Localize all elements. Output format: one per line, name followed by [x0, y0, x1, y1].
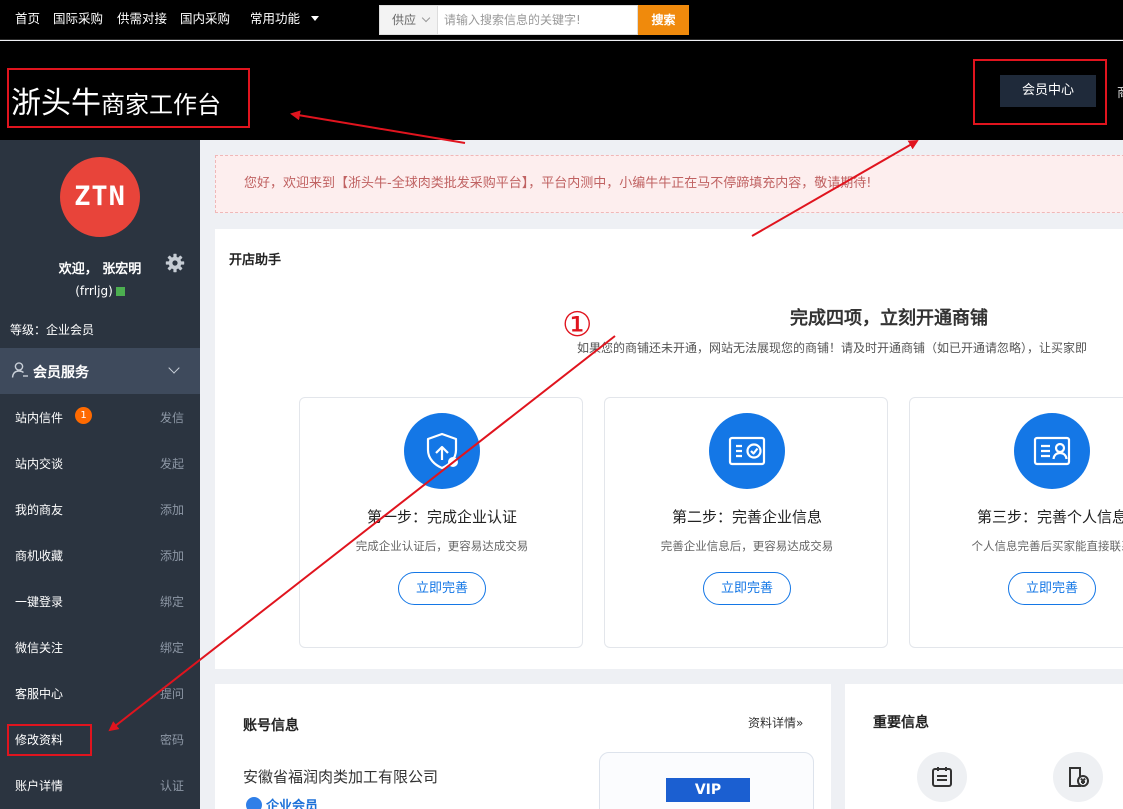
- header-nav-cutoff[interactable]: 商: [1117, 82, 1123, 101]
- username-text: (frrljg): [75, 284, 113, 298]
- sidebar-item-action[interactable]: 密码: [160, 731, 184, 748]
- member-level: 等级：企业会员: [10, 323, 95, 337]
- sidebar-item-action[interactable]: 提问: [160, 685, 184, 702]
- step-desc: 完成企业认证后，更容易达成交易: [355, 539, 529, 553]
- nav-link-common-functions[interactable]: 常用功能: [250, 0, 300, 40]
- shield-upload-icon: [404, 413, 480, 489]
- assistant-subtext: 如果您的商铺还未开通，网站无法展现您的商铺！请及时开通商铺（如已开通请忽略），让…: [577, 341, 1088, 355]
- username: (frrljg): [0, 284, 200, 298]
- step-title: 第三步：完善个人信息: [976, 508, 1123, 526]
- sidebar-item-label: 我的商友: [15, 503, 64, 517]
- user-icon: [11, 361, 29, 383]
- sidebar-item-label: 账户详情: [15, 779, 64, 793]
- step-marker: ①: [562, 305, 593, 345]
- sidebar-item-action[interactable]: 添加: [160, 501, 184, 518]
- chevron-down-icon[interactable]: [311, 16, 319, 21]
- search-input[interactable]: [438, 5, 638, 35]
- complete-now-button[interactable]: 立即完善: [703, 572, 791, 605]
- company-name: 安徽省福润肉类加工有限公司: [243, 768, 439, 786]
- gear-icon[interactable]: [165, 253, 185, 277]
- sidebar-item-action[interactable]: 发信: [160, 409, 184, 426]
- workbench-page: { "topnav": { "links": ["首页", "国际采购", "供…: [0, 0, 1123, 809]
- avatar: ZTN: [60, 157, 140, 237]
- sidebar-item-friends[interactable]: 我的商友 添加: [0, 486, 200, 532]
- account-info-panel: 账号信息 资料详情» 安徽省福润肉类加工有限公司 企业会员 VIP: [215, 684, 831, 809]
- search-type-select[interactable]: 供应: [379, 5, 438, 35]
- vip-badge: VIP: [666, 778, 750, 802]
- member-type: 企业会员: [246, 795, 318, 809]
- panel-title: 重要信息: [873, 715, 929, 731]
- complete-now-button[interactable]: 立即完善: [1008, 572, 1096, 605]
- nav-link-domestic[interactable]: 国内采购: [180, 0, 230, 40]
- assistant-headline: 完成四项，立刻开通商铺: [790, 308, 988, 329]
- step-card: 第二步：完善企业信息 完善企业信息后，更容易达成交易 立即完善: [604, 397, 888, 648]
- step-card: 第三步：完善个人信息 个人信息完善后买家能直接联系 立即完善: [909, 397, 1123, 648]
- complete-now-button[interactable]: 立即完善: [398, 572, 486, 605]
- nav-link-home[interactable]: 首页: [15, 0, 40, 40]
- sidebar-item-label: 客服中心: [15, 687, 64, 701]
- panel-title: 开店助手: [229, 253, 282, 268]
- important-info-panel: 重要信息: [845, 684, 1123, 809]
- member-badge-icon: [246, 797, 262, 809]
- step-desc: 个人信息完善后买家能直接联系: [971, 539, 1123, 553]
- nav-link-international[interactable]: 国际采购: [53, 0, 103, 40]
- profile-details-link[interactable]: 资料详情»: [748, 714, 803, 731]
- sidebar-item-label: 微信关注: [15, 641, 64, 655]
- member-services-header[interactable]: 会员服务: [0, 348, 200, 394]
- sidebar: ZTN 欢迎， 张宏明 (frrljg) 等级：企业会员 会员服务 站内信件 1…: [0, 140, 200, 809]
- step-title: 第一步：完成企业认证: [366, 508, 517, 526]
- yuan-document-icon[interactable]: [1053, 752, 1103, 802]
- sidebar-item-favorites[interactable]: 商机收藏 添加: [0, 532, 200, 578]
- annotation-box: [7, 68, 250, 128]
- sidebar-item-support[interactable]: 客服中心 提问: [0, 670, 200, 716]
- search-bar: 供应 搜索: [379, 5, 689, 35]
- member-type-text: 企业会员: [266, 799, 319, 809]
- sidebar-item-action[interactable]: 绑定: [160, 639, 184, 656]
- certificate-icon: [709, 413, 785, 489]
- welcome-notice: 您好，欢迎来到【浙头牛-全球肉类批发采购平台】，平台内测中，小编牛牛正在马不停蹄…: [215, 155, 1123, 213]
- top-nav: 首页 国际采购 供需对接 国内采购 常用功能 供应 搜索: [0, 0, 1123, 40]
- sidebar-item-chat[interactable]: 站内交谈 发起: [0, 440, 200, 486]
- step-title: 第二步：完善企业信息: [671, 508, 822, 526]
- annotation-box: [7, 724, 92, 756]
- sidebar-item-action[interactable]: 发起: [160, 455, 184, 472]
- sidebar-item-label: 商机收藏: [15, 549, 64, 563]
- annotation-box: [973, 59, 1107, 125]
- sidebar-item-action[interactable]: 绑定: [160, 593, 184, 610]
- sidebar-item-action[interactable]: 添加: [160, 547, 184, 564]
- sidebar-item-messages[interactable]: 站内信件 1 发信: [0, 394, 200, 440]
- sidebar-item-account[interactable]: 账户详情 认证: [0, 762, 200, 808]
- sidebar-item-wechat[interactable]: 微信关注 绑定: [0, 624, 200, 670]
- unread-badge: 1: [75, 407, 92, 424]
- chevron-down-icon: [421, 13, 431, 23]
- id-card-icon: [1014, 413, 1090, 489]
- verified-icon: [115, 287, 125, 296]
- shop-assistant-panel: 开店助手 完成四项，立刻开通商铺 如果您的商铺还未开通，网站无法展现您的商铺！请…: [215, 229, 1123, 669]
- sidebar-item-label: 站内交谈: [15, 457, 64, 471]
- panel-title: 账号信息: [243, 718, 299, 734]
- vip-card: VIP: [599, 752, 814, 809]
- member-services-label: 会员服务: [33, 365, 89, 381]
- search-button[interactable]: 搜索: [638, 5, 689, 35]
- sidebar-item-label: 站内信件: [15, 411, 64, 425]
- sidebar-item-action[interactable]: 认证: [160, 777, 184, 794]
- step-card: 第一步：完成企业认证 完成企业认证后，更容易达成交易 立即完善: [299, 397, 583, 648]
- step-desc: 完善企业信息后，更容易达成交易: [660, 539, 834, 553]
- nav-link-supply-demand[interactable]: 供需对接: [117, 0, 167, 40]
- sidebar-item-quick-login[interactable]: 一键登录 绑定: [0, 578, 200, 624]
- search-type-value: 供应: [392, 13, 417, 27]
- calendar-icon[interactable]: [917, 752, 967, 802]
- sidebar-item-label: 一键登录: [15, 595, 64, 609]
- chevron-down-icon: [168, 362, 180, 374]
